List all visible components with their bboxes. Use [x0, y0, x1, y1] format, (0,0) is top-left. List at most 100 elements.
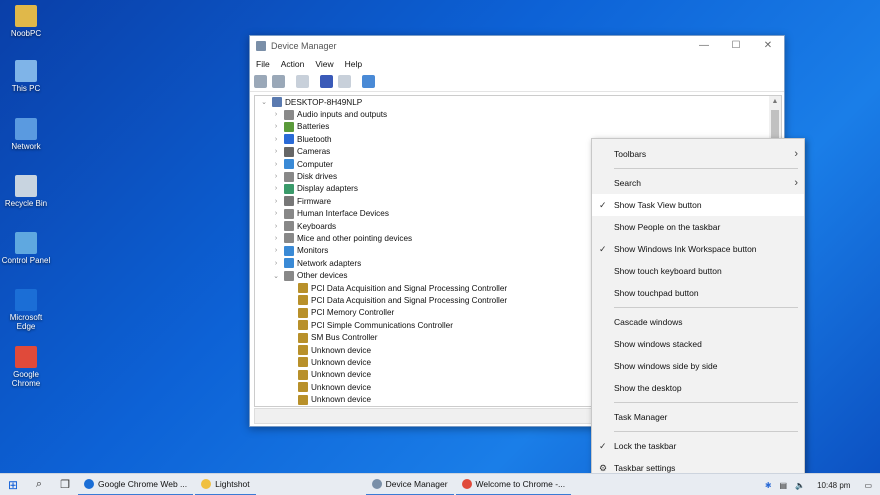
- app-icon: [461, 478, 472, 489]
- bluetooth-icon[interactable]: ✱: [765, 481, 772, 490]
- device-icon: [298, 369, 308, 380]
- show-task-view-label: Show Task View button: [614, 200, 702, 210]
- menu-item-show-people[interactable]: Show People on the taskbar: [592, 216, 804, 238]
- minimize-button[interactable]: —: [688, 36, 720, 56]
- start-windows-icon[interactable]: ⊞: [0, 474, 26, 495]
- device-icon: [298, 295, 308, 306]
- collapse-chevron-icon[interactable]: ⌄: [259, 98, 269, 106]
- device-icon: [284, 233, 294, 244]
- device-icon: [284, 196, 294, 207]
- desktop-icon-5[interactable]: Microsoft Edge: [0, 289, 52, 331]
- desktop-icon-4[interactable]: Control Panel: [0, 232, 52, 265]
- checkmark-icon: ✓: [599, 199, 607, 210]
- taskbar-app-label: Device Manager: [385, 478, 448, 489]
- device-icon: [284, 109, 294, 120]
- menu-item-cascade[interactable]: Cascade windows: [592, 311, 804, 333]
- menu-item-show-desktop[interactable]: Show the desktop: [592, 377, 804, 399]
- menu-item-show-ink-workspace[interactable]: ✓ Show Windows Ink Workspace button: [592, 238, 804, 260]
- taskbar-app-3[interactable]: Welcome to Chrome -...: [455, 474, 572, 495]
- view-icon[interactable]: [338, 75, 351, 88]
- menu-item-toolbars[interactable]: Toolbars ›: [592, 143, 804, 165]
- device-icon: [284, 159, 294, 170]
- expand-chevron-icon[interactable]: ›: [271, 173, 281, 180]
- forward-arrow-icon[interactable]: [272, 75, 285, 88]
- expand-chevron-icon[interactable]: ›: [271, 148, 281, 155]
- close-button[interactable]: ✕: [752, 36, 784, 56]
- network-icon[interactable]: ▤: [780, 481, 788, 490]
- menu-item-stacked[interactable]: Show windows stacked: [592, 333, 804, 355]
- show-touchpad-label: Show touchpad button: [614, 288, 699, 298]
- device-icon: [284, 183, 294, 194]
- back-arrow-icon[interactable]: [254, 75, 267, 88]
- search-icon[interactable]: ⌕: [26, 474, 52, 495]
- tree-item-label: Firmware: [297, 196, 332, 206]
- desktop-icon-label: Google Chrome: [11, 370, 41, 388]
- notifications-icon[interactable]: ▭: [864, 481, 872, 490]
- expand-chevron-icon[interactable]: ›: [271, 185, 281, 192]
- taskbar-context-menu: Toolbars › Search › ✓ Show Task View but…: [591, 138, 805, 478]
- menu-help[interactable]: Help: [345, 59, 362, 69]
- expand-chevron-icon[interactable]: ›: [271, 235, 281, 242]
- expand-chevron-icon[interactable]: ›: [271, 247, 281, 254]
- desktop-app-icon: [15, 232, 37, 254]
- help-icon[interactable]: [320, 75, 333, 88]
- device-icon: [298, 357, 308, 368]
- desktop-app-icon: [15, 346, 37, 368]
- menu-item-lock-taskbar[interactable]: ✓ Lock the taskbar: [592, 435, 804, 457]
- volume-icon[interactable]: 🔈: [795, 481, 805, 490]
- checkmark-icon: ✓: [599, 243, 607, 254]
- menu-action[interactable]: Action: [281, 59, 305, 69]
- desktop-icon-2[interactable]: Network: [0, 118, 52, 151]
- menu-item-show-task-view[interactable]: ✓ Show Task View button: [592, 194, 804, 216]
- tree-item[interactable]: › Batteries: [255, 121, 781, 133]
- device-icon: [298, 320, 308, 331]
- tree-item[interactable]: › Audio inputs and outputs: [255, 108, 781, 120]
- desktop-icon-0[interactable]: NoobPC: [0, 5, 52, 38]
- side-by-side-label: Show windows side by side: [614, 361, 718, 371]
- expand-chevron-icon[interactable]: ›: [271, 198, 281, 205]
- scan-hardware-icon[interactable]: [362, 75, 375, 88]
- maximize-button[interactable]: ☐: [720, 36, 752, 56]
- menu-item-show-touchpad[interactable]: Show touchpad button: [592, 282, 804, 304]
- device-icon: [284, 258, 294, 269]
- menu-item-search[interactable]: Search ›: [592, 172, 804, 194]
- tree-item-label: Monitors: [297, 246, 329, 256]
- tree-item-label: Display adapters: [297, 184, 358, 194]
- expand-chevron-icon[interactable]: ›: [271, 136, 281, 143]
- tree-item-label: Unknown device: [311, 382, 372, 392]
- device-icon: [284, 171, 294, 182]
- desktop-icon-3[interactable]: Recycle Bin: [0, 175, 52, 208]
- desktop-icon-6[interactable]: Google Chrome: [0, 346, 52, 388]
- properties-icon[interactable]: [296, 75, 309, 88]
- stacked-label: Show windows stacked: [614, 339, 702, 349]
- title-bar[interactable]: Device Manager — ☐ ✕: [250, 36, 784, 56]
- expand-chevron-icon[interactable]: ›: [271, 123, 281, 130]
- menu-divider: [614, 307, 798, 308]
- tree-root[interactable]: ⌄ DESKTOP-8H49NLP: [255, 96, 781, 108]
- expand-chevron-icon[interactable]: ›: [271, 223, 281, 230]
- taskbar-app-1[interactable]: Lightshot: [195, 474, 256, 495]
- taskbar-app-0[interactable]: Google Chrome Web ...: [78, 474, 194, 495]
- task-view-icon[interactable]: ❐: [52, 474, 78, 495]
- device-icon: [284, 221, 294, 232]
- clock[interactable]: 10:48 pm: [817, 481, 850, 490]
- desktop-icon-1[interactable]: This PC: [0, 60, 52, 93]
- expand-chevron-icon[interactable]: ›: [271, 161, 281, 168]
- expand-chevron-icon[interactable]: ⌄: [271, 272, 281, 280]
- expand-chevron-icon[interactable]: ›: [271, 260, 281, 267]
- menu-item-side-by-side[interactable]: Show windows side by side: [592, 355, 804, 377]
- menu-item-task-manager[interactable]: Task Manager: [592, 406, 804, 428]
- tree-item-label: Unknown device: [311, 357, 372, 367]
- device-icon: [298, 394, 308, 405]
- menu-view[interactable]: View: [315, 59, 333, 69]
- taskbar-app-2[interactable]: Device Manager: [365, 474, 454, 495]
- desktop-icon-label: NoobPC: [10, 29, 42, 38]
- toolbars-label: Toolbars: [614, 149, 647, 159]
- menu-item-show-touch-keyboard[interactable]: Show touch keyboard button: [592, 260, 804, 282]
- desktop-icon-label: This PC: [11, 84, 41, 93]
- expand-chevron-icon[interactable]: ›: [271, 210, 281, 217]
- scroll-up-icon[interactable]: ▲: [769, 96, 781, 108]
- expand-chevron-icon[interactable]: ›: [271, 111, 281, 118]
- tree-item-label: Human Interface Devices: [297, 209, 389, 219]
- menu-file[interactable]: File: [256, 59, 270, 69]
